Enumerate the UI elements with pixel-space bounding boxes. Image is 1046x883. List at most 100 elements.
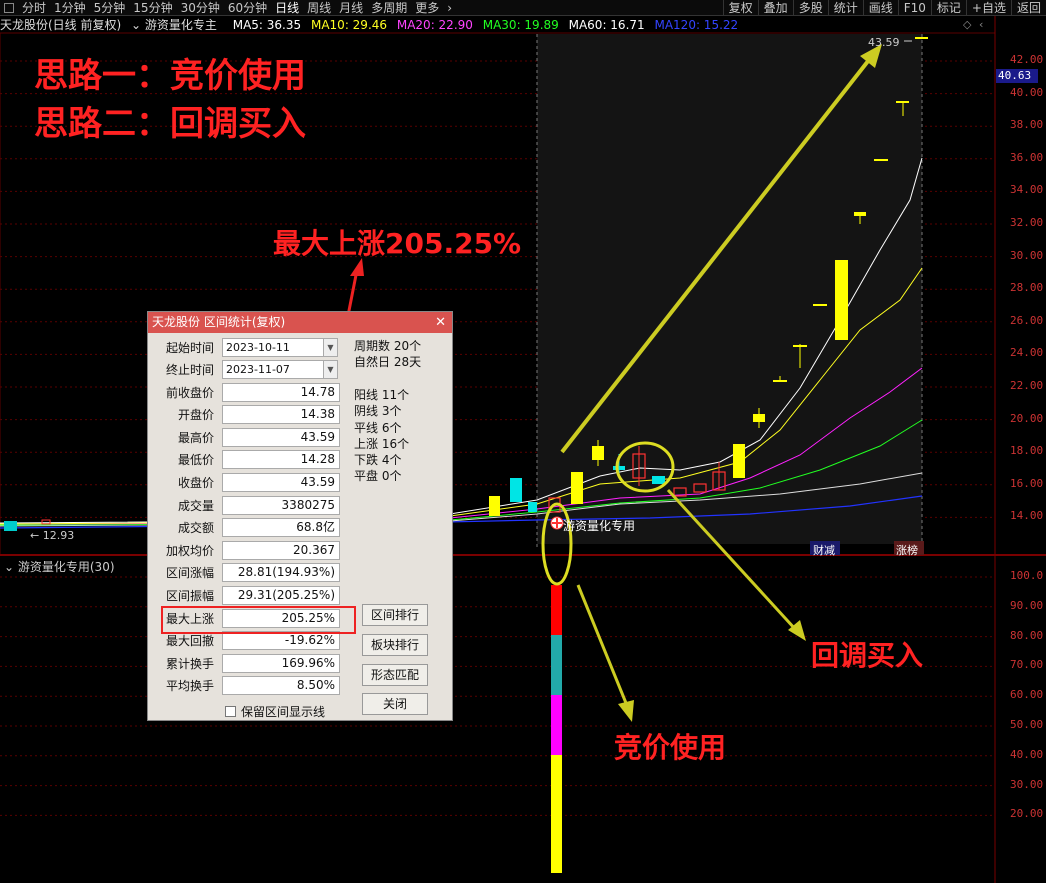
tab-multi-period[interactable]: 多周期 bbox=[367, 0, 411, 16]
stock-title: 天龙股份(日线 前复权) bbox=[0, 18, 122, 32]
tab-daily[interactable]: 日线 bbox=[271, 0, 303, 16]
stat-value: 68.8亿 bbox=[222, 518, 340, 538]
range-summary-line: 阴线 3个 bbox=[354, 404, 402, 419]
price-tick: 36.00 bbox=[1010, 150, 1044, 164]
add-watchlist-button[interactable]: +自选 bbox=[965, 0, 1011, 16]
stat-value: 20.367 bbox=[222, 540, 340, 560]
window-icon[interactable] bbox=[4, 2, 14, 13]
f10-button[interactable]: F10 bbox=[897, 0, 931, 16]
tab-30min[interactable]: 30分钟 bbox=[177, 0, 224, 16]
tab-1min[interactable]: 1分钟 bbox=[50, 0, 90, 16]
sector-rank-button[interactable]: 板块排行 bbox=[362, 634, 428, 656]
price-tick: 22.00 bbox=[1010, 379, 1044, 392]
lower-tick: 60.00 bbox=[1010, 688, 1044, 702]
tab-15min[interactable]: 15分钟 bbox=[129, 0, 176, 16]
tab-monthly[interactable]: 月线 bbox=[335, 0, 367, 16]
start-time-row: 起始时间 2023-10-11 ▼ bbox=[148, 337, 338, 357]
annotation-pullback: 回调买入 bbox=[811, 639, 924, 672]
high-label: 43.59 bbox=[868, 36, 900, 49]
candle bbox=[733, 444, 745, 478]
badge-right[interactable]: 涨榜 bbox=[896, 542, 918, 558]
stat-value: 29.31(205.25%) bbox=[222, 585, 340, 605]
stat-label: 前收盘价 bbox=[165, 385, 214, 400]
price-tick: 26.00 bbox=[1010, 313, 1044, 327]
interval-stats-dialog: 天龙股份 区间统计(复权) ✕ 起始时间 2023-10-11 ▼ 终止时间 20… bbox=[147, 311, 453, 721]
stat-value: 8.50% bbox=[222, 676, 340, 696]
back-button[interactable]: 返回 bbox=[1010, 0, 1046, 16]
stat-row: 成交量 3380275 bbox=[148, 495, 340, 515]
stat-label: 区间涨幅 bbox=[165, 566, 214, 581]
keep-lines-checkbox[interactable]: 保留区间显示线 bbox=[225, 703, 325, 720]
stat-value: 43.59 bbox=[222, 427, 340, 447]
signal-label: 游资量化专用 bbox=[563, 519, 636, 533]
stat-label: 成交量 bbox=[177, 498, 214, 513]
end-time-label: 终止时间 bbox=[165, 362, 214, 377]
ma-legend: 天龙股份(日线 前复权) ⌄ 游资量化专主 MA5: 36.35 MA10: 2… bbox=[0, 17, 990, 33]
close-button[interactable]: 关闭 bbox=[362, 693, 428, 715]
end-time-row: 终止时间 2023-11-07 ▼ bbox=[148, 359, 338, 379]
stat-label: 最大回撤 bbox=[165, 634, 214, 649]
stat-label: 开盘价 bbox=[177, 408, 214, 423]
pattern-match-button[interactable]: 形态匹配 bbox=[362, 664, 428, 686]
stat-row: 成交额 68.8亿 bbox=[148, 518, 340, 538]
fuquan-button[interactable]: 复权 bbox=[722, 0, 758, 16]
mark-button[interactable]: 标记 bbox=[930, 0, 966, 16]
end-date-picker[interactable]: 2023-11-07 ▼ bbox=[222, 359, 338, 379]
annotation-idea2: 思路二：回调买入 bbox=[34, 104, 306, 144]
ma60-value: MA60: 16.71 bbox=[568, 18, 645, 32]
ma20-value: MA20: 22.90 bbox=[396, 18, 473, 32]
draw-line-button[interactable]: 画线 bbox=[862, 0, 898, 16]
tab-more[interactable]: 更多 bbox=[411, 0, 443, 16]
low-label: ← 12.93 bbox=[30, 529, 75, 542]
stat-row: 开盘价 14.38 bbox=[148, 405, 340, 425]
chevron-right-icon[interactable]: › bbox=[443, 0, 456, 16]
lower-panel-title[interactable]: ⌄ 游资量化专用(30) bbox=[4, 558, 115, 575]
max-rise-highlight bbox=[161, 606, 356, 634]
signal-bar-teal bbox=[551, 635, 562, 695]
dialog-title-bar[interactable]: 天龙股份 区间统计(复权) ✕ bbox=[148, 312, 452, 333]
annotation-max-rise: 最大上涨205.25% bbox=[273, 227, 522, 260]
price-tick: 32.00 bbox=[1010, 216, 1044, 229]
range-summary-line: 周期数 20个 bbox=[354, 339, 422, 353]
price-tick: 28.00 bbox=[1010, 281, 1044, 295]
lower-tick: 100.0 bbox=[1010, 569, 1044, 582]
lower-tick: 80.00 bbox=[1010, 628, 1044, 642]
dialog-title: 天龙股份 区间统计(复权) bbox=[152, 315, 286, 329]
dropdown-arrow-icon[interactable]: ▼ bbox=[323, 338, 337, 356]
start-time-label: 起始时间 bbox=[165, 340, 214, 355]
close-icon[interactable]: ✕ bbox=[435, 312, 446, 333]
indicator-name[interactable]: ⌄ 游资量化专主 bbox=[131, 18, 223, 32]
price-tick: 18.00 bbox=[1010, 444, 1044, 458]
stat-value: 14.38 bbox=[222, 405, 340, 425]
chevron-left-icon[interactable]: ‹ bbox=[979, 18, 983, 31]
tab-5min[interactable]: 5分钟 bbox=[90, 0, 130, 16]
price-tick: 30.00 bbox=[1010, 248, 1044, 262]
dropdown-arrow-icon[interactable]: ▼ bbox=[323, 360, 337, 378]
lower-tick: 20.00 bbox=[1010, 807, 1044, 821]
stat-row: 平均换手 8.50% bbox=[148, 676, 340, 696]
tab-fenshi[interactable]: 分时 bbox=[18, 0, 50, 16]
tab-weekly[interactable]: 周线 bbox=[303, 0, 335, 16]
multi-stock-button[interactable]: 多股 bbox=[792, 0, 828, 16]
price-tick: 16.00 bbox=[1010, 476, 1044, 490]
start-date-picker[interactable]: 2023-10-11 ▼ bbox=[222, 337, 338, 357]
stat-label: 收盘价 bbox=[177, 475, 214, 490]
stat-label: 最高价 bbox=[177, 430, 214, 445]
lower-tick: 30.00 bbox=[1010, 777, 1044, 791]
stat-value: 169.96% bbox=[222, 653, 340, 673]
interval-rank-button[interactable]: 区间排行 bbox=[362, 604, 428, 626]
range-summary-line: 自然日 28天 bbox=[354, 355, 422, 370]
diamond-icon[interactable]: ◇ bbox=[963, 18, 971, 31]
stat-value: 14.28 bbox=[222, 450, 340, 470]
stat-value: 43.59 bbox=[222, 472, 340, 492]
candle bbox=[652, 476, 665, 484]
lower-tick: 70.00 bbox=[1010, 658, 1044, 672]
stat-label: 成交额 bbox=[177, 521, 214, 536]
tab-60min[interactable]: 60分钟 bbox=[224, 0, 271, 16]
stat-label: 平均换手 bbox=[165, 679, 214, 694]
candle bbox=[571, 472, 583, 504]
stat-row: 累计换手 169.96% bbox=[148, 653, 340, 673]
badge-left[interactable]: 财减 bbox=[813, 542, 835, 558]
overlay-button[interactable]: 叠加 bbox=[757, 0, 793, 16]
stats-button[interactable]: 统计 bbox=[827, 0, 863, 16]
